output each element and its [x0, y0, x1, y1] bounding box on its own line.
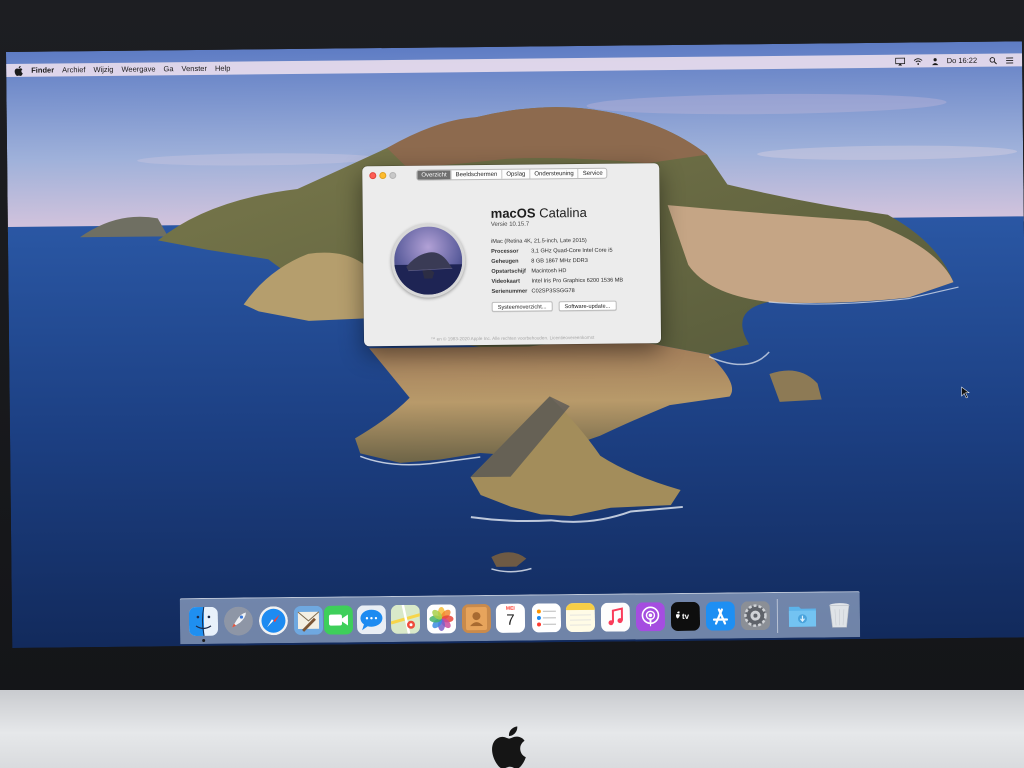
os-name-bold: macOS: [490, 205, 536, 221]
spec-value: 8 GB 1867 MHz DDR3: [531, 257, 588, 265]
window-titlebar[interactable]: Overzicht Beeldschermen Opslag Ondersteu…: [362, 163, 659, 185]
spec-key: Videokaart: [491, 278, 520, 285]
tab-service[interactable]: Service: [579, 169, 607, 178]
apple-menu-icon[interactable]: [14, 65, 23, 76]
apple-logo-icon: [492, 726, 526, 768]
close-button[interactable]: [369, 172, 377, 180]
dock-safari-icon[interactable]: [258, 606, 288, 636]
spec-row-serial: Serienummer C02SP3SSGG78: [491, 286, 623, 297]
dock-launchpad-icon[interactable]: [223, 606, 253, 636]
desktop-screen: Finder Archief Wijzig Weergave Ga Venste…: [6, 41, 1024, 648]
menu-finder[interactable]: Finder: [31, 65, 54, 74]
software-update-button[interactable]: Software-update...: [558, 300, 617, 312]
menu-clock[interactable]: Do 16:22: [947, 56, 978, 65]
macos-catalina-logo: [390, 223, 466, 298]
minimize-button[interactable]: [379, 172, 387, 180]
menu-ga[interactable]: Ga: [163, 64, 173, 73]
zoom-button-disabled: [389, 171, 397, 179]
wifi-icon[interactable]: [913, 57, 923, 65]
tab-ondersteuning[interactable]: Ondersteuning: [530, 169, 579, 179]
dock: MEI 7 tv: [179, 591, 861, 645]
dock-trash-icon[interactable]: [825, 600, 854, 629]
menu-archief[interactable]: Archief: [62, 65, 85, 74]
svg-text:tv: tv: [682, 612, 690, 621]
dock-reminders-icon[interactable]: [531, 603, 562, 633]
spec-value: Macintosh HD: [531, 268, 567, 275]
dock-system-preferences-icon[interactable]: [740, 601, 771, 631]
tab-opslag[interactable]: Opslag: [502, 169, 531, 179]
system-report-button[interactable]: Systeemoverzicht...: [491, 301, 553, 312]
segmented-tab-control: Overzicht Beeldschermen Opslag Ondersteu…: [416, 167, 608, 181]
menu-extras: Do 16:22: [894, 53, 1015, 67]
dock-tv-icon[interactable]: tv: [670, 601, 701, 632]
dock-downloads-folder-icon[interactable]: [788, 601, 817, 630]
calendar-day-label: 7: [506, 611, 515, 629]
dock-finder-icon[interactable]: [188, 606, 219, 637]
menu-weergave[interactable]: Weergave: [121, 64, 155, 73]
window-buttons: Systeemoverzicht... Software-update...: [491, 300, 617, 312]
spec-key: Opstartschijf: [491, 268, 526, 275]
spec-value: 3,1 GHz Quad-Core Intel Core i5: [531, 247, 613, 255]
copyright-footer: ™ en © 1983-2020 Apple Inc. Alle rechten…: [430, 334, 595, 342]
spec-value: Intel Iris Pro Graphics 6200 1536 MB: [531, 277, 624, 285]
spec-value: C02SP3SSGG78: [531, 288, 575, 295]
about-this-mac-window: Overzicht Beeldschermen Opslag Ondersteu…: [362, 163, 662, 347]
menu-wijzig[interactable]: Wijzig: [93, 65, 113, 74]
dock-contacts-icon[interactable]: [461, 603, 492, 634]
dock-notes-icon[interactable]: [565, 602, 596, 633]
menu-help[interactable]: Help: [215, 64, 231, 73]
tab-overzicht[interactable]: Overzicht: [417, 170, 452, 180]
dock-app-store-icon[interactable]: [705, 601, 736, 631]
airplay-icon[interactable]: [894, 57, 905, 66]
spotlight-search-icon[interactable]: [989, 56, 997, 64]
dock-mail-icon[interactable]: [293, 605, 324, 636]
spec-key: Geheugen: [491, 258, 519, 265]
dock-facetime-icon[interactable]: [323, 605, 354, 635]
dock-separator: [776, 598, 779, 633]
finder-running-indicator: [202, 638, 206, 642]
spec-row-processor: Processor 3,1 GHz Quad-Core Intel Core i…: [491, 246, 623, 257]
control-list-icon[interactable]: [1005, 56, 1014, 64]
menu-venster[interactable]: Venster: [181, 64, 207, 73]
dock-maps-icon[interactable]: [390, 604, 421, 634]
dock-podcasts-icon[interactable]: [635, 602, 666, 632]
os-name-rest: Catalina: [539, 204, 587, 221]
tab-beeldschermen[interactable]: Beeldschermen: [451, 169, 503, 180]
user-icon[interactable]: [931, 57, 939, 65]
os-version: Versie 10.15.7: [490, 221, 530, 228]
dock-photos-icon[interactable]: [426, 604, 457, 634]
dock-calendar-icon[interactable]: MEI 7: [495, 603, 526, 633]
hardware-specs: iMac (Retina 4K, 21.5-inch, Late 2015) P…: [491, 236, 623, 297]
spec-key: Serienummer: [491, 288, 528, 295]
os-name-title: macOS Catalina: [491, 205, 587, 221]
spec-row-graphics: Videokaart Intel Iris Pro Graphics 6200 …: [491, 276, 623, 287]
dock-messages-icon[interactable]: [356, 605, 387, 635]
dock-music-icon[interactable]: [600, 602, 631, 632]
spec-key: Processor: [491, 248, 519, 255]
